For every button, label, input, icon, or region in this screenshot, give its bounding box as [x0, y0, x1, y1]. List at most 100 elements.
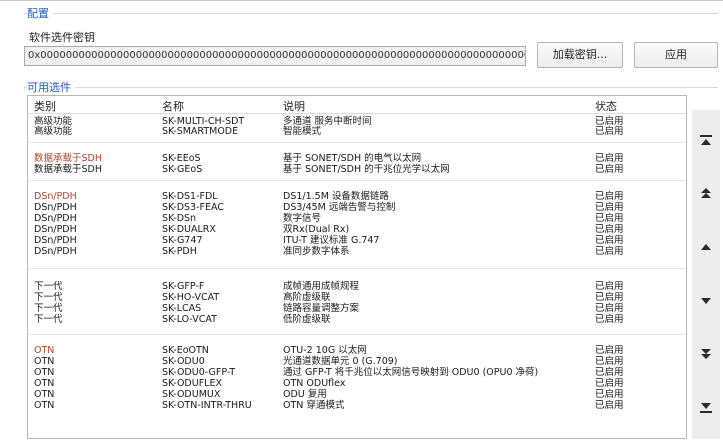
row-status: 已启用 [595, 367, 624, 378]
table-row[interactable]: DSn/PDH SK-G747 ITU-T 建议标准 G.747 已启用 [28, 235, 686, 246]
options-table[interactable]: 类别 名称 说明 状态 高级功能 SK-MULTI-CH-SDT 多通道 服务中断时… [27, 95, 687, 439]
row-status: 已启用 [595, 314, 624, 325]
row-status: 已启用 [595, 281, 624, 292]
row-category: 数据承载于SDH [34, 153, 102, 164]
header-description[interactable]: 说明 [283, 98, 305, 114]
row-description: 低阶虚级联 [283, 314, 331, 325]
table-row[interactable]: OTN SK-ODU0 光通道数据单元 0 (G.709) 已启用 [28, 356, 686, 367]
row-category: 下一代 [34, 314, 63, 325]
page-down-icon [699, 347, 713, 361]
row-category: OTN [34, 345, 55, 356]
options-section-title: 可用选件 [27, 81, 75, 94]
row-category: OTN [34, 356, 55, 367]
table-row[interactable]: DSn/PDH SK-PDH 准同步数字体系 已启用 [28, 246, 686, 257]
row-name: SK-DS3-FEAC [162, 202, 224, 213]
table-row[interactable]: 下一代 SK-HO-VCAT 高阶虚级联 已启用 [28, 292, 686, 303]
table-row[interactable]: OTN SK-ODUMUX ODU 复用 已启用 [28, 389, 686, 400]
row-category: DSn/PDH [34, 235, 77, 246]
row-category: DSn/PDH [34, 202, 77, 213]
table-row[interactable]: OTN SK-ODU0-GFP-T 通过 GFP-T 将千兆位以太网信号映射到 OD… [28, 367, 686, 378]
header-category[interactable]: 类别 [34, 98, 56, 114]
row-category: 高级功能 [34, 126, 73, 137]
table-row[interactable]: OTN SK-OTN-INTR-THRU OTN 穿通模式 已启用 [28, 400, 686, 411]
header-name[interactable]: 名称 [162, 98, 184, 114]
row-category: 数据承载于SDH [34, 164, 102, 175]
row-description: OTU-2 10G 以太网 [283, 345, 367, 356]
group-separator [28, 142, 686, 143]
page-up-button[interactable] [694, 174, 718, 212]
row-status: 已启用 [595, 235, 624, 246]
row-description: 准同步数字体系 [283, 246, 350, 257]
row-description: 光通道数据单元 0 (G.709) [283, 356, 398, 367]
row-category: 下一代 [34, 281, 63, 292]
page-up-icon [699, 186, 713, 200]
row-name: SK-ODU0 [162, 356, 205, 367]
table-row[interactable]: DSn/PDH SK-DS3-FEAC DS3/45M 远端告警与控制 已启用 [28, 202, 686, 213]
row-name: SK-DS1-FDL [162, 191, 218, 202]
row-description: DS3/45M 远端告警与控制 [283, 202, 396, 213]
table-row[interactable]: 下一代 SK-LCAS 链路容量调整方案 已启用 [28, 303, 686, 314]
row-description: 通过 GFP-T 将千兆位以太网信号映射到 ODU0 (OPU0 净荷) [283, 367, 539, 378]
group-separator [28, 268, 686, 269]
row-status: 已启用 [595, 292, 624, 303]
row-down-button[interactable] [694, 282, 718, 320]
row-up-button[interactable] [694, 228, 718, 266]
row-description: 基于 SONET/SDH 的千兆位光学以太网 [283, 164, 450, 175]
group-separator [28, 180, 686, 181]
row-down-icon [699, 296, 713, 306]
table-row[interactable]: 数据承载于SDH SK-GEoS 基于 SONET/SDH 的千兆位光学以太网 已启用 [28, 164, 686, 175]
row-name: SK-LO-VCAT [162, 314, 217, 325]
scroll-to-top-button[interactable] [694, 121, 718, 159]
row-status: 已启用 [595, 246, 624, 257]
row-status: 已启用 [595, 389, 624, 400]
table-row[interactable]: 下一代 SK-LO-VCAT 低阶虚级联 已启用 [28, 314, 686, 325]
row-name: SK-DUALRX [162, 224, 216, 235]
load-key-button[interactable]: 加载密钥... [537, 42, 623, 68]
table-row[interactable]: DSn/PDH SK-DSn 数字信号 已启用 [28, 213, 686, 224]
row-name: SK-ODUMUX [162, 389, 221, 400]
scroll-to-top-icon [699, 134, 713, 146]
row-name: SK-GEoS [162, 164, 203, 175]
row-name: SK-OTN-INTR-THRU [162, 400, 252, 411]
row-description: 成帧通用成帧规程 [283, 281, 360, 292]
row-status: 已启用 [595, 191, 624, 202]
row-status: 已启用 [595, 303, 624, 314]
row-name: SK-ODUFLEX [162, 378, 222, 389]
config-section-title: 配置 [27, 7, 53, 20]
row-category: OTN [34, 389, 55, 400]
row-description: 双Rx(Dual Rx) [283, 224, 350, 235]
row-category: DSn/PDH [34, 191, 77, 202]
row-status: 已启用 [595, 153, 624, 164]
options-group-border [24, 87, 718, 88]
row-status: 已启用 [595, 202, 624, 213]
row-description: 高阶虚级联 [283, 292, 331, 303]
row-description: DS1/1.5M 设备数据链路 [283, 191, 389, 202]
row-name: SK-ODU0-GFP-T [162, 367, 236, 378]
row-category: DSn/PDH [34, 224, 77, 235]
scroll-to-bottom-button[interactable] [694, 389, 718, 427]
row-category: OTN [34, 367, 55, 378]
software-key-input[interactable]: 0x00000000000000000000000000000000000000… [24, 46, 526, 66]
software-key-label: 软件选件密钥 [29, 31, 95, 44]
row-status: 已启用 [595, 164, 624, 175]
group-separator [28, 334, 686, 335]
table-row[interactable]: OTN SK-EoOTN OTU-2 10G 以太网 已启用 [28, 345, 686, 356]
row-status: 已启用 [595, 126, 624, 137]
table-row[interactable]: 数据承载于SDH SK-EEoS 基于 SONET/SDH 的电气以太网 已启用 [28, 153, 686, 164]
row-category: 下一代 [34, 303, 63, 314]
row-description: ODU 复用 [283, 389, 327, 400]
header-status[interactable]: 状态 [595, 98, 617, 114]
table-row[interactable]: DSn/PDH SK-DS1-FDL DS1/1.5M 设备数据链路 已启用 [28, 191, 686, 202]
row-category: OTN [34, 378, 55, 389]
table-row[interactable]: DSn/PDH SK-DUALRX 双Rx(Dual Rx) 已启用 [28, 224, 686, 235]
apply-button[interactable]: 应用 [634, 42, 718, 68]
window-top-border [0, 0, 723, 1]
row-name: SK-LCAS [162, 303, 202, 314]
scroll-to-bottom-icon [699, 402, 713, 414]
table-row[interactable]: OTN SK-ODUFLEX OTN ODUflex 已启用 [28, 378, 686, 389]
page-down-button[interactable] [694, 335, 718, 373]
table-row[interactable]: 高级功能 SK-SMARTMODE 智能模式 已启用 [28, 126, 686, 137]
row-category: DSn/PDH [34, 213, 77, 224]
table-row[interactable]: 下一代 SK-GFP-F 成帧通用成帧规程 已启用 [28, 281, 686, 292]
row-description: ITU-T 建议标准 G.747 [283, 235, 380, 246]
